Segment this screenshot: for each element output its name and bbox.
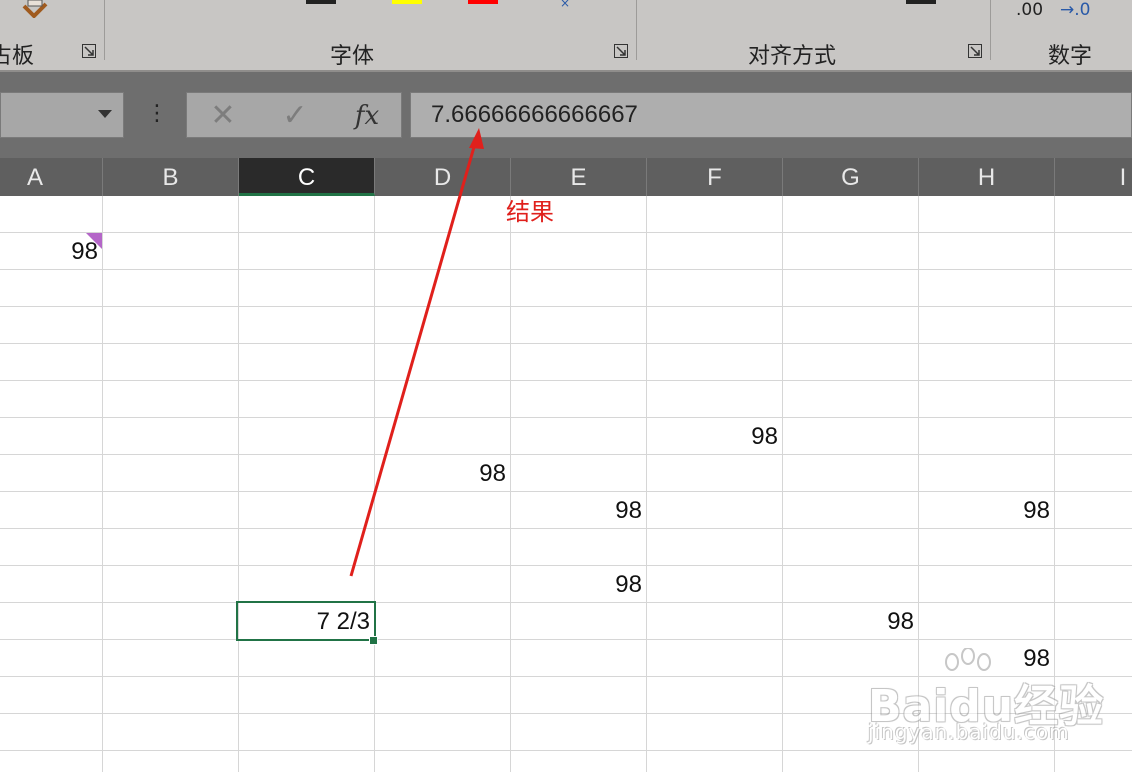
- annotation-label: 结果: [506, 198, 554, 226]
- watermark: Baidu经验 jingyan.baidu.com: [862, 648, 1122, 758]
- watermark-url: jingyan.baidu.com: [868, 720, 1070, 744]
